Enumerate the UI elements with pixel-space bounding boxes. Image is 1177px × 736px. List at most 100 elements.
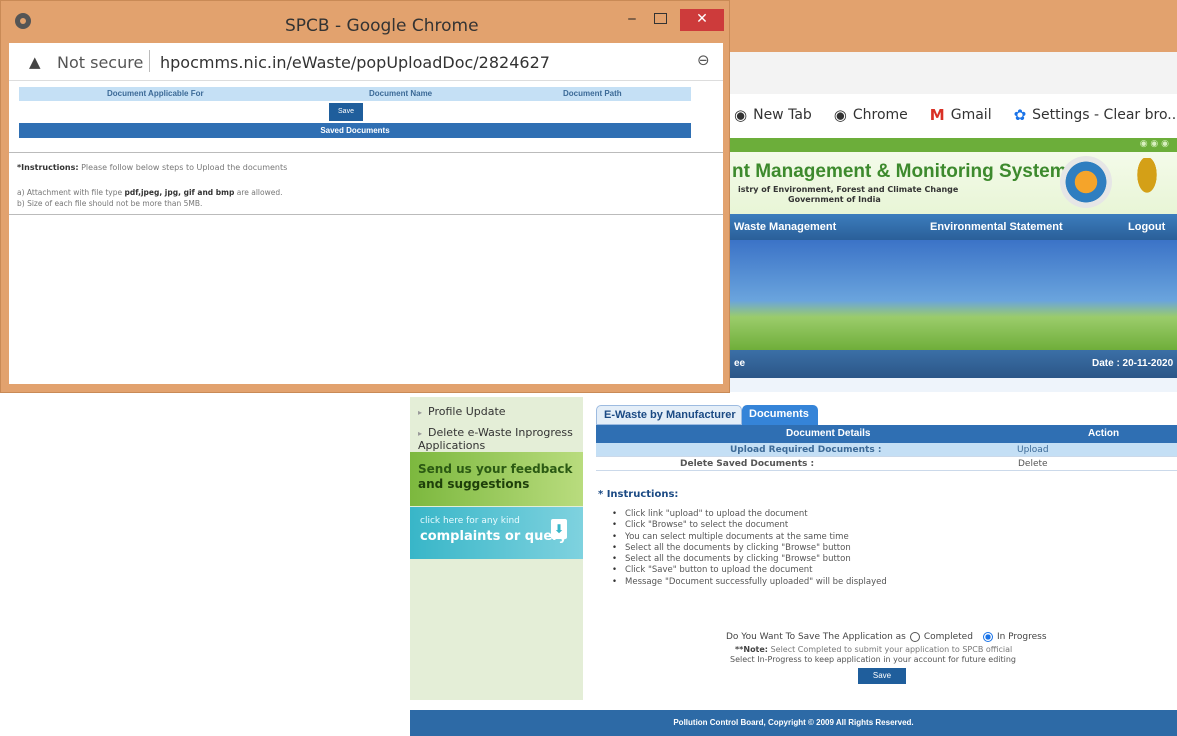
sidebar-item-delete-inprogress[interactable]: ▸ Delete e-Waste Inprogress Applications xyxy=(418,427,578,452)
cpcb-logo xyxy=(1060,156,1112,208)
bullet-icon: ▸ xyxy=(418,408,423,417)
bookmark-chrome[interactable]: ◉ Chrome xyxy=(834,106,908,124)
popup-save-button[interactable]: Save xyxy=(329,103,363,121)
warning-icon[interactable]: ▲ xyxy=(29,53,41,71)
table-row: Upload Required Documents : Upload xyxy=(596,443,1177,457)
nav-environmental-statement[interactable]: Environmental Statement xyxy=(930,221,1063,233)
welcome-text: ee xyxy=(734,358,746,369)
emblem-logo xyxy=(1130,158,1164,206)
list-item: You can select multiple documents at the… xyxy=(612,532,887,543)
gear-icon: ✿ xyxy=(1013,106,1027,124)
site-banner: nt Management & Monitoring System istry … xyxy=(720,152,1177,214)
bookmark-settings[interactable]: ✿ Settings - Clear bro... xyxy=(1014,106,1177,124)
left-sidebar: ▸ Profile Update ▸ Delete e-Waste Inprogre… xyxy=(410,397,583,700)
bookmarks-bar: ◉ New Tab ◉ Chrome M Gmail ✿ Settings - Clea… xyxy=(720,94,1177,136)
instructions-label: *Instructions: xyxy=(17,163,79,172)
sidebar-item-profile-update[interactable]: ▸ Profile Update xyxy=(418,406,506,419)
minimize-button[interactable]: ‒ xyxy=(618,9,646,31)
bookmark-gmail[interactable]: M Gmail xyxy=(930,106,992,124)
list-item: Message "Document successfully uploaded"… xyxy=(612,577,887,588)
radio-completed-label: Completed xyxy=(923,632,973,642)
complaints-line2: complaints or query xyxy=(420,529,568,544)
list-item: Select all the documents by clicking "Br… xyxy=(612,554,887,565)
site-nav: Waste Management Environmental Statement… xyxy=(720,214,1177,240)
note-line1: **Note: Select Completed to submit your … xyxy=(735,645,1012,654)
gmail-icon: M xyxy=(929,106,945,124)
save-status-question: Do You Want To Save The Application as C… xyxy=(726,632,1047,642)
instructions-title: * Instructions: xyxy=(598,489,679,500)
site-title: nt Management & Monitoring System xyxy=(732,161,1067,182)
note-label: **Note: xyxy=(735,645,769,654)
instructions-text: Please follow below steps to Upload the … xyxy=(81,163,288,172)
bullet-icon: ▸ xyxy=(418,429,423,438)
screen: ◉ New Tab ◉ Chrome M Gmail ✿ Settings - Clea… xyxy=(0,0,1177,736)
bookmark-label: Settings - Clear bro... xyxy=(1032,107,1177,123)
sidebar-item-label: Delete e-Waste Inprogress Applications xyxy=(418,426,573,452)
zoom-icon[interactable]: ⊖ xyxy=(697,51,710,69)
feedback-line2: and suggestions xyxy=(418,477,530,491)
tab-documents[interactable]: Documents xyxy=(742,405,818,425)
complaints-line1: click here for any kind xyxy=(420,516,520,526)
row-label: Upload Required Documents : xyxy=(730,445,882,455)
table-row: Delete Saved Documents : Delete xyxy=(596,457,1177,471)
accessibility-icons[interactable]: ◉ ◉ ◉ xyxy=(1140,139,1169,149)
chrome-icon: ◉ xyxy=(734,106,748,124)
popup-instructions: *Instructions: Please follow below steps… xyxy=(17,163,287,172)
save-question-label: Do You Want To Save The Application as xyxy=(726,632,906,642)
bookmark-label: Gmail xyxy=(950,107,992,123)
saved-documents-header: Saved Documents xyxy=(19,123,691,138)
chrome-icon: ◉ xyxy=(833,106,847,124)
instruction-a: a) Attachment with file type pdf,jpeg, j… xyxy=(17,188,282,197)
note-text: Select Completed to submit your applicat… xyxy=(770,645,1013,654)
sidebar-item-label: Profile Update xyxy=(428,405,506,418)
footer: Pollution Control Board, Copyright © 200… xyxy=(410,710,1177,736)
divider xyxy=(149,50,150,72)
bookmark-label: Chrome xyxy=(852,107,908,123)
spacer xyxy=(720,378,1177,392)
feedback-line1: Send us your feedback xyxy=(418,462,573,476)
bookmark-new-tab[interactable]: ◉ New Tab xyxy=(734,106,812,124)
list-item: Select all the documents by clicking "Br… xyxy=(612,543,887,554)
column-header: Document Path xyxy=(563,89,622,98)
upload-link[interactable]: Upload xyxy=(1017,445,1049,455)
document-details-table: Document Details Action Upload Required … xyxy=(596,425,1177,471)
delete-link[interactable]: Delete xyxy=(1018,459,1048,469)
date-text: Date : 20-11-2020 xyxy=(1092,358,1174,369)
upload-table-header: Document Applicable For Document Name Do… xyxy=(19,87,691,101)
popup-window: SPCB - Google Chrome ‒ ✕ ▲ Not secure hp… xyxy=(0,0,730,393)
instruction-a-prefix: a) Attachment with file type xyxy=(17,188,123,197)
popup-titlebar: SPCB - Google Chrome ‒ ✕ xyxy=(1,1,731,43)
row-label: Delete Saved Documents : xyxy=(680,459,815,469)
column-header: Document Name xyxy=(369,89,433,98)
radio-in-progress-label: In Progress xyxy=(996,632,1047,642)
not-secure-label[interactable]: Not secure xyxy=(57,53,143,72)
window-title: SPCB - Google Chrome xyxy=(285,16,479,36)
instruction-a-types: pdf,jpeg, jpg, gif and bmp xyxy=(124,188,235,197)
instruction-b: b) Size of each file should not be more … xyxy=(17,199,203,208)
nav-waste-management[interactable]: Waste Management xyxy=(734,221,836,233)
site-government: Government of India xyxy=(788,195,881,204)
feedback-banner[interactable]: Send us your feedback and suggestions xyxy=(410,452,583,506)
hero-image xyxy=(720,240,1177,350)
close-button[interactable]: ✕ xyxy=(680,9,724,31)
nav-logout[interactable]: Logout xyxy=(1128,221,1165,233)
bookmark-label: New Tab xyxy=(753,107,812,123)
instructions-list: Click link "upload" to upload the docume… xyxy=(612,509,887,588)
instruction-a-suffix: are allowed. xyxy=(236,188,283,197)
maximize-button[interactable] xyxy=(646,9,674,31)
complaints-banner[interactable]: click here for any kind complaints or qu… xyxy=(410,507,583,559)
background-address-bar[interactable] xyxy=(720,52,1177,94)
divider xyxy=(9,214,723,215)
table-header: Document Details Action xyxy=(596,425,1177,443)
list-item: Click "Browse" to select the document xyxy=(612,520,887,531)
divider xyxy=(9,152,723,153)
radio-in-progress[interactable] xyxy=(982,632,993,642)
note-line2: Select In-Progress to keep application i… xyxy=(730,655,1017,664)
radio-completed[interactable] xyxy=(909,632,920,642)
url-text[interactable]: hpocmms.nic.in/eWaste/popUploadDoc/28246… xyxy=(160,53,550,72)
popup-address-bar[interactable]: ▲ Not secure hpocmms.nic.in/eWaste/popUp… xyxy=(9,43,723,81)
globe-icon xyxy=(15,13,31,29)
date-bar: ee Date : 20-11-2020 xyxy=(720,350,1177,378)
tab-ewaste-by-manufacturer[interactable]: E-Waste by Manufacturer xyxy=(596,405,742,425)
save-button[interactable]: Save xyxy=(858,668,906,684)
